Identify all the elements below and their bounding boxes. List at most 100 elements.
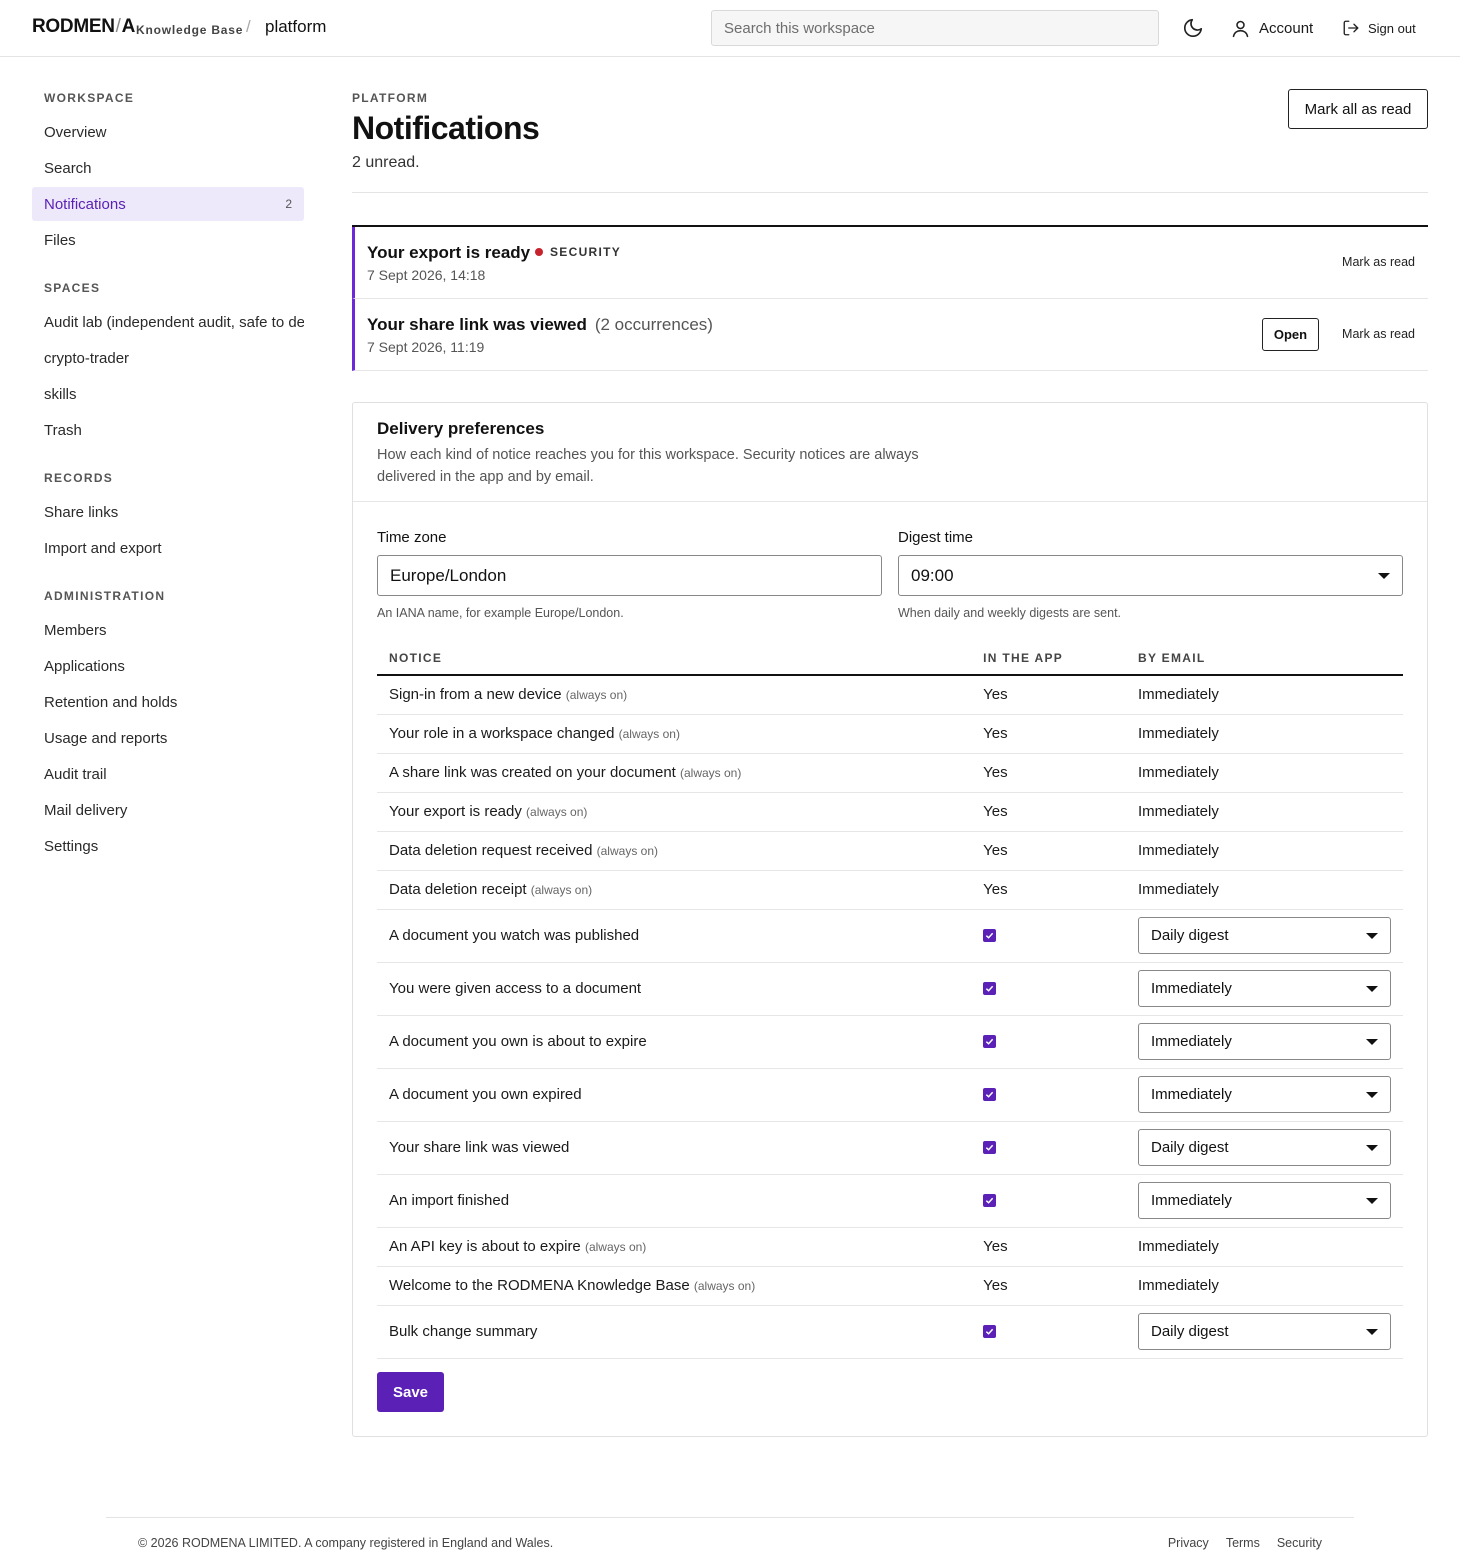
- unread-count-badge: 2: [285, 197, 292, 211]
- table-row: A document you watch was published Daily …: [377, 909, 1403, 963]
- brand-logo[interactable]: RODMEN/A: [32, 16, 135, 38]
- unread-summary: 2 unread.: [352, 154, 420, 171]
- sidebar-item-trash[interactable]: Trash: [32, 413, 304, 447]
- in-app-cell: [971, 1015, 1126, 1069]
- table-row: An API key is about to expire (always on…: [377, 1227, 1403, 1267]
- email-frequency-select[interactable]: Immediately: [1137, 970, 1391, 1007]
- chevron-down-icon: [1365, 1328, 1378, 1335]
- search-input[interactable]: [711, 10, 1159, 46]
- email-frequency-select[interactable]: Immediately: [1137, 1182, 1391, 1219]
- sidebar-item-applications[interactable]: Applications: [32, 649, 304, 683]
- check-icon: [986, 1328, 994, 1335]
- notice-cell: Your export is ready (always on): [377, 792, 972, 832]
- sidebar-item-import-export[interactable]: Import and export: [32, 531, 304, 565]
- notice-cell: An API key is about to expire (always on…: [377, 1227, 972, 1267]
- notification-item[interactable]: Your export is ready SECURITY 7 Sept 202…: [352, 227, 1428, 299]
- sidebar-item-label: Mail delivery: [44, 801, 128, 819]
- sidebar-item-settings[interactable]: Settings: [32, 829, 304, 863]
- timezone-field[interactable]: Europe/London: [377, 555, 882, 596]
- email-cell: Immediately: [1125, 1227, 1403, 1267]
- sidebar-item-retention[interactable]: Retention and holds: [32, 685, 304, 719]
- mark-all-read-button[interactable]: Mark all as read: [1288, 89, 1428, 129]
- mark-as-read-link[interactable]: Mark as read: [1342, 255, 1415, 269]
- notice-cell: Data deletion request received (always o…: [377, 831, 972, 871]
- sidebar-item-share-links[interactable]: Share links: [32, 495, 304, 529]
- open-button[interactable]: Open: [1262, 318, 1319, 351]
- footer-link-privacy[interactable]: Privacy: [1168, 1536, 1209, 1550]
- table-row: Welcome to the RODMENA Knowledge Base (a…: [377, 1266, 1403, 1306]
- sidebar-item-usage[interactable]: Usage and reports: [32, 721, 304, 755]
- nav-group-title: WORKSPACE: [44, 91, 135, 105]
- table-header-row: NOTICE IN THE APP BY EMAIL: [377, 641, 1403, 676]
- notice-label: Your role in a workspace changed: [389, 725, 615, 742]
- in-app-checkbox[interactable]: [983, 981, 997, 995]
- notice-cell: Your share link was viewed: [377, 1121, 972, 1175]
- table-row: An import finished Immediately: [377, 1174, 1403, 1228]
- sidebar-item-mail-delivery[interactable]: Mail delivery: [32, 793, 304, 827]
- email-cell: Immediately: [1125, 1266, 1403, 1306]
- moon-icon[interactable]: [1182, 17, 1206, 41]
- footer-link-terms[interactable]: Terms: [1226, 1536, 1260, 1550]
- in-app-cell: Yes: [971, 1227, 1126, 1267]
- always-on-note: (always on): [618, 727, 680, 741]
- digest-time-select[interactable]: 09:00: [898, 555, 1403, 596]
- notice-label: An API key is about to expire: [389, 1238, 581, 1255]
- sidebar-item-label: Files: [44, 231, 76, 249]
- sidebar-item-search[interactable]: Search: [32, 151, 304, 185]
- in-app-checkbox[interactable]: [983, 1087, 997, 1101]
- occurrence-count: (2 occurrences): [594, 315, 713, 334]
- chevron-down-icon: [1365, 1197, 1378, 1204]
- notice-label: Data deletion receipt: [389, 881, 527, 898]
- sidebar-item-notifications[interactable]: Notifications 2: [32, 187, 304, 221]
- account-button[interactable]: Account: [1230, 15, 1313, 41]
- table-row: A share link was created on your documen…: [377, 753, 1403, 793]
- breadcrumb-workspace[interactable]: platform: [265, 17, 326, 37]
- security-tag: SECURITY: [535, 245, 621, 259]
- card-description: How each kind of notice reaches you for …: [377, 447, 919, 485]
- email-frequency-value: Daily digest: [1150, 927, 1229, 944]
- in-app-checkbox[interactable]: [983, 1324, 997, 1338]
- in-app-checkbox[interactable]: [983, 1140, 997, 1154]
- email-frequency-select[interactable]: Immediately: [1137, 1023, 1391, 1060]
- card-header: Delivery preferences How each kind of no…: [353, 403, 1427, 502]
- sidebar-item-label: skills: [44, 385, 77, 403]
- card-title: Delivery preferences: [377, 419, 545, 438]
- brand-subtitle: Knowledge Base: [136, 23, 244, 37]
- sidebar-item-members[interactable]: Members: [32, 613, 304, 647]
- in-app-checkbox[interactable]: [983, 1193, 997, 1207]
- in-app-checkbox[interactable]: [983, 928, 997, 942]
- email-cell: Immediately: [1125, 962, 1403, 1016]
- notification-item[interactable]: Your share link was viewed (2 occurrences…: [352, 299, 1428, 371]
- sidebar-item-audit-lab[interactable]: Audit lab (independent audit, safe to de: [32, 305, 304, 339]
- always-on-note: (always on): [680, 766, 742, 780]
- sidebar-item-skills[interactable]: skills: [32, 377, 304, 411]
- always-on-note: (always on): [693, 1279, 756, 1293]
- notice-cell: Data deletion receipt (always on): [377, 870, 972, 910]
- sidebar-item-crypto-trader[interactable]: crypto-trader: [32, 341, 304, 375]
- notice-label: A document you own is about to expire: [389, 1033, 647, 1050]
- sidebar-item-overview[interactable]: Overview: [32, 115, 304, 149]
- notice-cell: A document you own is about to expire: [377, 1015, 972, 1069]
- email-frequency-select[interactable]: Daily digest: [1137, 1129, 1391, 1166]
- chevron-down-icon: [1378, 572, 1390, 579]
- sidebar-item-label: Share links: [44, 503, 119, 521]
- table-row: A document you own is about to expire Imm…: [377, 1015, 1403, 1069]
- sidebar-item-label: Notifications: [44, 195, 126, 213]
- digest-time-value: 09:00: [911, 565, 954, 585]
- sign-out-button[interactable]: Sign out: [1342, 15, 1416, 41]
- chevron-down-icon: [1365, 1038, 1378, 1045]
- email-frequency-select[interactable]: Daily digest: [1137, 1313, 1391, 1350]
- sidebar-item-audit-trail[interactable]: Audit trail: [32, 757, 304, 791]
- sidebar-item-label: Settings: [44, 837, 99, 855]
- email-frequency-select[interactable]: Daily digest: [1137, 917, 1391, 954]
- notice-cell: A document you watch was published: [377, 909, 972, 963]
- footer-link-security[interactable]: Security: [1277, 1536, 1322, 1550]
- timezone-hint: An IANA name, for example Europe/London.: [377, 606, 624, 620]
- save-button[interactable]: Save: [377, 1372, 444, 1412]
- in-app-checkbox[interactable]: [983, 1034, 997, 1048]
- email-cell: Immediately: [1125, 1068, 1403, 1122]
- email-frequency-select[interactable]: Immediately: [1137, 1076, 1391, 1113]
- mark-as-read-link[interactable]: Mark as read: [1342, 327, 1415, 341]
- sidebar-item-files[interactable]: Files: [32, 223, 304, 257]
- email-cell: Immediately: [1125, 675, 1403, 715]
